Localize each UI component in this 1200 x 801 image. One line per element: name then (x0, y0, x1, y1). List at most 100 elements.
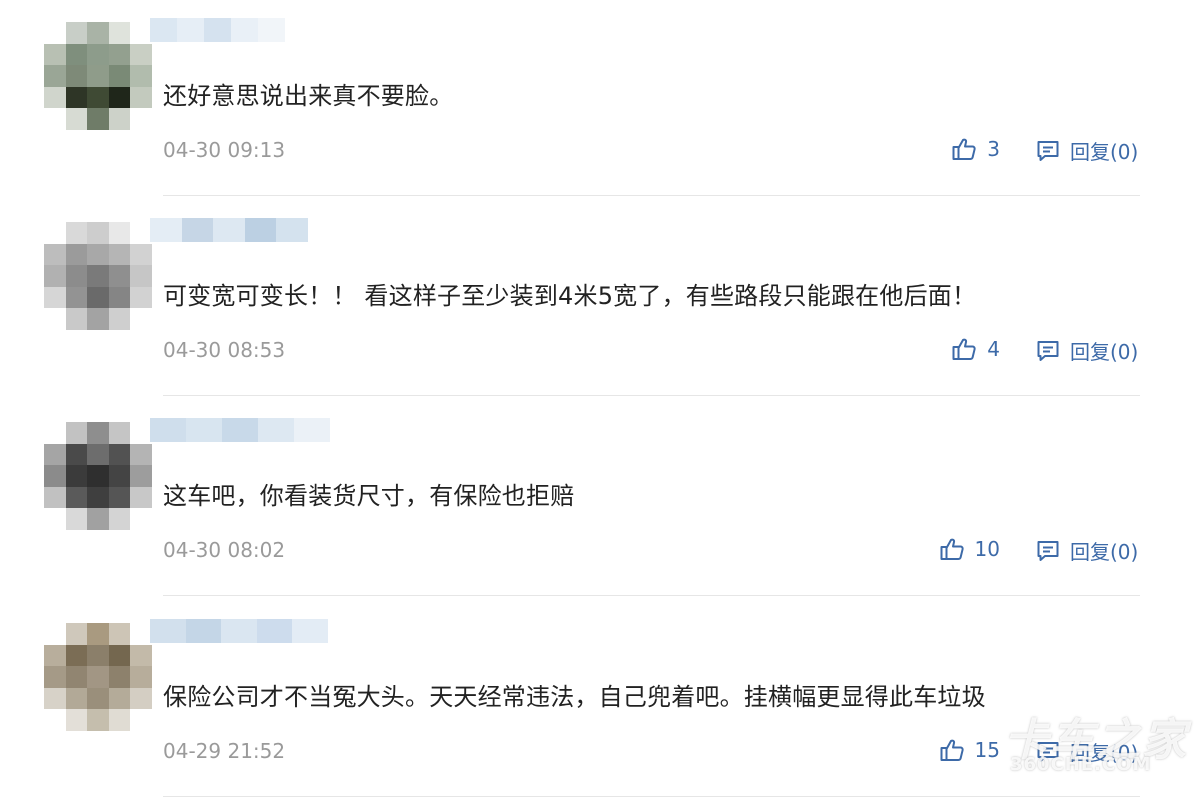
avatar-pixel (44, 22, 66, 44)
avatar-pixel (130, 666, 152, 688)
like-button[interactable]: 3 (951, 136, 1000, 162)
avatar-pixel (44, 86, 66, 109)
avatar-pixel (87, 65, 109, 87)
avatar-pixel (44, 222, 66, 244)
avatar-pixel (130, 265, 152, 287)
username-blurred[interactable] (150, 218, 308, 242)
avatar-pixel (44, 508, 66, 530)
avatar-pixel (130, 108, 152, 130)
username-pixel (256, 619, 293, 643)
username-pixel (150, 418, 186, 442)
like-button[interactable]: 10 (939, 536, 1000, 562)
avatar-pixel (44, 644, 66, 667)
avatar-pixel (108, 465, 131, 487)
reply-label: 回复(0) (1070, 340, 1139, 364)
avatar-pixel (130, 43, 152, 66)
like-count: 4 (987, 337, 1000, 361)
avatar-pixel (44, 443, 66, 466)
reply-button[interactable]: 回复(0) (1036, 136, 1138, 165)
avatar-pixel (65, 43, 88, 66)
avatar-pixel (87, 22, 109, 44)
avatar-pixel (108, 108, 131, 130)
reply-button[interactable]: 回复(0) (1036, 336, 1138, 365)
avatar-pixel (130, 222, 152, 244)
avatar-pixel (65, 243, 88, 266)
avatar-pixel (108, 443, 131, 466)
avatar-pixel (87, 265, 109, 287)
avatar-pixel (130, 86, 152, 109)
avatar-pixel (108, 644, 131, 667)
avatar[interactable] (44, 422, 152, 530)
avatar-pixel (44, 709, 66, 731)
avatar-pixel (44, 43, 66, 66)
avatar-pixel (44, 286, 66, 309)
comment-item: 还好意思说出来真不要脸。 04-30 09:13 3 回复(0) (0, 0, 1200, 200)
avatar-pixel (108, 687, 131, 710)
thumbs-up-icon (951, 136, 977, 162)
avatar-pixel (108, 666, 131, 688)
username-blurred[interactable] (150, 619, 328, 643)
username-pixel (231, 18, 258, 42)
username-pixel (292, 619, 328, 643)
avatar-pixel (87, 644, 109, 667)
username-pixel (181, 218, 214, 242)
avatar-pixel (44, 486, 66, 509)
comment-time: 04-29 21:52 (163, 739, 286, 763)
avatar-pixel (130, 465, 152, 487)
avatar[interactable] (44, 623, 152, 731)
avatar-pixel (108, 486, 131, 509)
reply-button[interactable]: 回复(0) (1036, 536, 1138, 565)
reply-button[interactable]: 回复(0) (1036, 737, 1138, 766)
avatar-pixel (44, 243, 66, 266)
avatar-pixel (65, 308, 88, 330)
avatar-pixel (108, 65, 131, 87)
avatar-pixel (65, 486, 88, 509)
comment-time: 04-30 08:02 (163, 538, 286, 562)
avatar-pixel (65, 465, 88, 487)
avatar[interactable] (44, 22, 152, 130)
comment-item: 保险公司才不当冤大头。天天经常违法，自己兜着吧。挂横幅更显得此车垃圾 04-29… (0, 601, 1200, 801)
like-button[interactable]: 4 (951, 336, 1000, 362)
avatar-pixel (130, 623, 152, 645)
comment-time: 04-30 09:13 (163, 138, 286, 162)
avatar-pixel (87, 443, 109, 466)
like-count: 15 (974, 738, 1000, 762)
username-pixel (150, 619, 186, 643)
avatar-pixel (65, 443, 88, 466)
avatar-pixel (87, 666, 109, 688)
avatar-pixel (65, 623, 88, 645)
avatar-pixel (44, 666, 66, 688)
avatar-pixel (65, 687, 88, 710)
username-blurred[interactable] (150, 418, 330, 442)
avatar-pixel (65, 22, 88, 44)
like-button[interactable]: 15 (939, 737, 1000, 763)
avatar-pixel (87, 486, 109, 509)
avatar-pixel (108, 43, 131, 66)
like-count: 10 (974, 537, 1000, 561)
avatar-pixel (65, 265, 88, 287)
comment-text: 保险公司才不当冤大头。天天经常违法，自己兜着吧。挂横幅更显得此车垃圾 (163, 683, 986, 711)
avatar-pixel (130, 486, 152, 509)
avatar-pixel (65, 86, 88, 109)
avatar-pixel (108, 243, 131, 266)
username-blurred[interactable] (150, 18, 285, 42)
avatar-pixel (108, 22, 131, 44)
reply-label: 回复(0) (1070, 741, 1139, 765)
avatar-pixel (65, 644, 88, 667)
avatar-pixel (130, 709, 152, 731)
avatar-pixel (65, 108, 88, 130)
avatar[interactable] (44, 222, 152, 330)
username-pixel (186, 418, 222, 442)
comment-item: 可变宽可变长！！ 看这样子至少装到4米5宽了，有些路段只能跟在他后面！ 04-3… (0, 200, 1200, 400)
avatar-pixel (65, 666, 88, 688)
username-pixel (244, 218, 277, 242)
username-pixel (222, 418, 258, 442)
avatar-pixel (87, 222, 109, 244)
username-pixel (150, 18, 177, 42)
username-pixel (258, 18, 285, 42)
comment-icon (1036, 139, 1060, 163)
comment-divider (163, 395, 1140, 396)
username-pixel (177, 18, 204, 42)
username-pixel (185, 619, 222, 643)
avatar-pixel (65, 422, 88, 444)
